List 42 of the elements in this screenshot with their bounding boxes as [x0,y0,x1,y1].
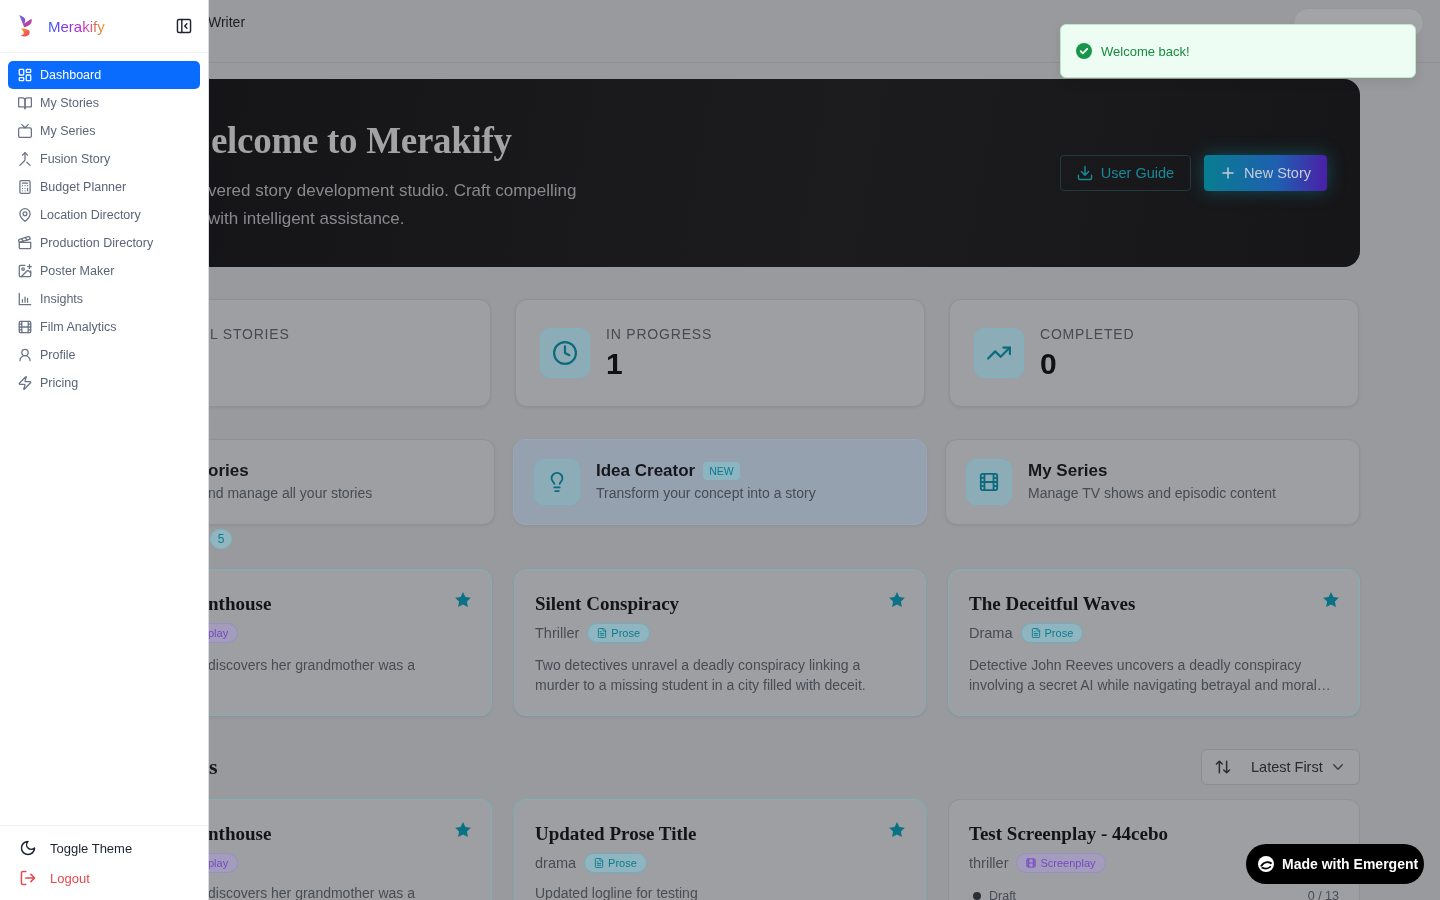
quick-action-subtitle: nd manage all your stories [208,484,373,503]
format-tag: play [208,853,239,873]
story-description: Updated logline for testing [535,885,699,900]
progress-count: 0 / 13 [1307,889,1339,900]
toast-message: Welcome back! [1101,43,1190,59]
story-title: Test Screenplay - 44cebo [969,822,1168,846]
story-description: Two detectives unravel a deadly conspiracy linking a murder to a missing student in a city filled with deceit. [535,656,867,695]
stat-label: IN PROGRESS [606,325,713,343]
quick-action-title: Idea Creator [596,461,696,481]
story-description: discovers her grandmother was a [208,656,416,675]
quick-action-subtitle: Transform your concept into a story [596,484,816,503]
story-title: nthouse [208,592,272,616]
story-title: Silent Conspiracy [535,592,680,616]
story-description: Detective John Reeves uncovers a deadly conspiracy involving a secret AI while navigating betrayal and moral… [969,656,1332,695]
story-count-tag: 5 [210,529,232,549]
format-label: Screenplay [1040,857,1096,869]
new-tag: NEW [703,462,740,480]
story-title: Updated Prose Title [535,822,697,846]
stat-value: 1 [606,346,624,382]
story-description: discovers her grandmother was a [208,885,416,900]
quick-action-title: ories [208,461,249,481]
page-title: Writer [208,13,246,30]
hero-title: elcome to Merakify [211,119,513,163]
quick-action-title: My Series [1028,461,1108,481]
hero-subtitle: with intelligent assistance. [208,208,406,230]
section-heading: s [209,754,218,780]
genre-label: drama [535,855,577,871]
genre-label: Thriller [535,625,580,641]
genre-label: Drama [969,625,1013,641]
quick-action-subtitle: Manage TV shows and episodic content [1028,484,1276,503]
stat-label: COMPLETED [1040,325,1135,343]
format-label: Prose [611,627,641,639]
story-title: nthouse [208,822,272,846]
format-tag: play [208,623,239,643]
hero-subtitle: vered story development studio. Craft compelling [208,180,577,202]
format-label: Prose [1044,627,1074,639]
stat-value: 0 [1040,346,1058,382]
status-label: Draft [989,889,1017,900]
story-title: The Deceitful Waves [969,592,1136,616]
stat-label: L STORIES [210,325,290,343]
genre-label: thriller [969,855,1009,871]
format-label: Prose [608,857,637,869]
